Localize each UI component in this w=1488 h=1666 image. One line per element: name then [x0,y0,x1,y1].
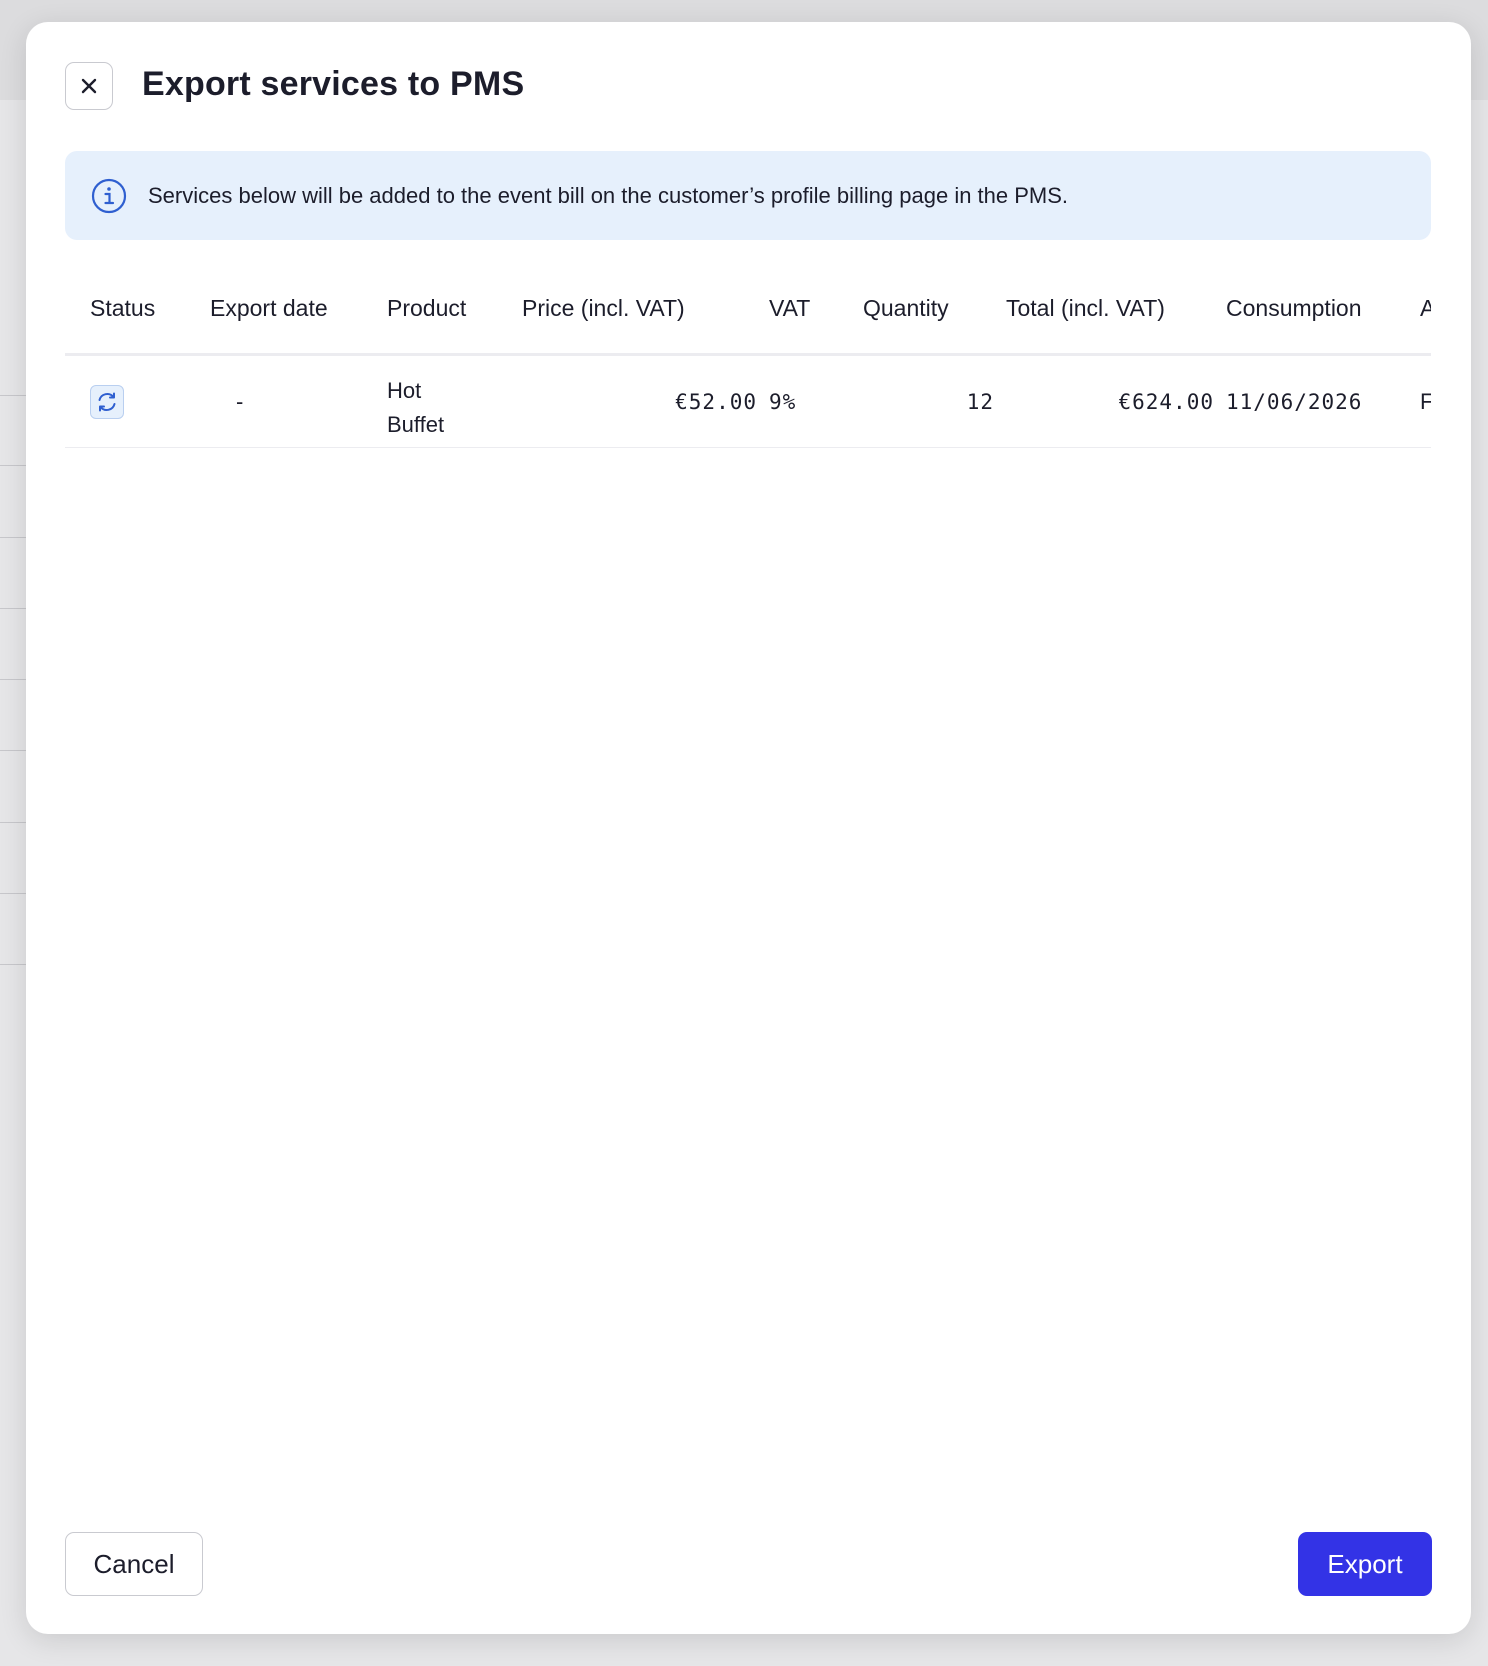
cell-total: €624.00 [1118,389,1214,414]
cell-consumption: 11/06/2026 [1226,389,1363,414]
status-badge [90,384,124,419]
cell-product-text: Hot Buffet [387,377,445,437]
background-divider [0,893,26,894]
table-row-divider [65,447,1431,448]
background-divider [0,608,26,609]
cell-product: Hot Buffet [387,356,477,447]
column-header-account[interactable]: Acc [1420,262,1431,354]
cell-price: €52.00 [675,389,757,414]
cell-account: Foo [1420,388,1431,414]
column-header-export-date[interactable]: Export date [210,262,328,354]
column-header-total[interactable]: Total (incl. VAT) [1006,262,1165,354]
background-divider [0,679,26,680]
export-button[interactable]: Export [1298,1532,1432,1596]
background-divider [0,395,26,396]
column-header-status[interactable]: Status [90,262,155,354]
background-divider [0,537,26,538]
background-divider [0,465,26,466]
sync-icon [98,392,116,411]
close-button[interactable] [65,62,113,110]
column-header-price[interactable]: Price (incl. VAT) [522,262,685,354]
cell-vat: 9% [769,389,797,414]
column-header-vat[interactable]: VAT [769,262,810,354]
column-header-quantity[interactable]: Quantity [863,262,949,354]
modal-title: Export services to PMS [142,65,525,103]
background-divider [0,822,26,823]
table-row [90,356,124,447]
background-divider [0,964,26,965]
background-divider [0,750,26,751]
info-banner: Services below will be added to the even… [65,151,1431,240]
cell-export-date: - [236,388,244,414]
column-header-consumption[interactable]: Consumption [1226,262,1362,354]
cell-quantity: 12 [966,389,994,414]
export-modal: Export services to PMS Services below wi… [26,22,1471,1634]
close-icon [81,78,97,94]
info-icon [91,178,127,214]
info-text: Services below will be added to the even… [148,182,1069,208]
column-header-product[interactable]: Product [387,262,466,354]
services-table: Status Export date Product Price (incl. … [65,262,1431,452]
cancel-button[interactable]: Cancel [65,1532,203,1596]
